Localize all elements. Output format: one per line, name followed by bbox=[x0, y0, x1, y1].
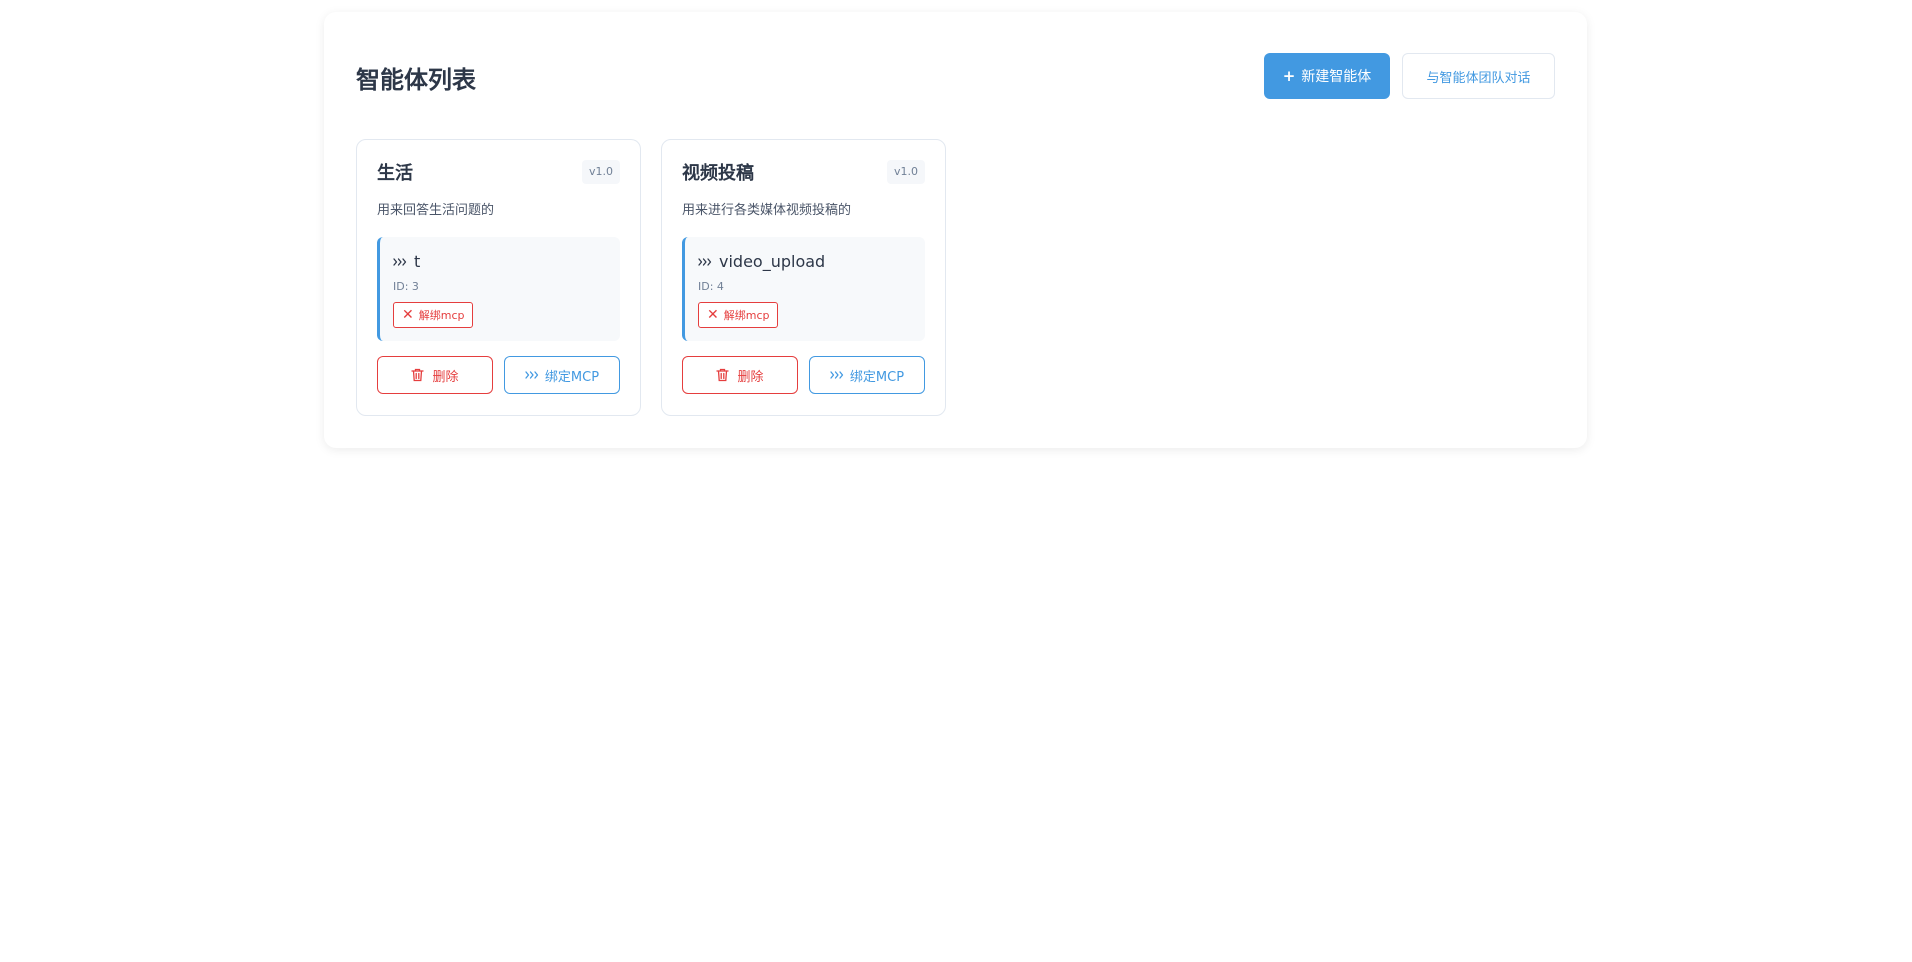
mcp-icon bbox=[393, 257, 407, 267]
mcp-name: video_upload bbox=[719, 252, 826, 271]
plus-icon: + bbox=[1282, 67, 1296, 85]
mcp-icon bbox=[525, 370, 539, 380]
bind-mcp-button[interactable]: 绑定MCP bbox=[504, 356, 620, 394]
bind-mcp-label: 绑定MCP bbox=[544, 369, 600, 385]
agent-description: 用来回答生活问题的 bbox=[377, 203, 495, 218]
delete-label: 删除 bbox=[737, 369, 764, 385]
bind-mcp-label: 绑定MCP bbox=[849, 369, 905, 385]
agent-name: 视频投稿 bbox=[682, 163, 754, 184]
mcp-name: t bbox=[414, 252, 421, 271]
page-title: 智能体列表 bbox=[356, 66, 476, 94]
agent-card: 视频投稿 v1.0 用来进行各类媒体视频投稿的 video_upload ID:… bbox=[661, 139, 946, 416]
close-icon: ✕ bbox=[402, 307, 414, 323]
trash-icon bbox=[411, 368, 425, 382]
agent-card: 生活 v1.0 用来回答生活问题的 t ID: 3 ✕ 解绑mcp 删除 绑定M… bbox=[356, 139, 641, 416]
bind-mcp-button[interactable]: 绑定MCP bbox=[809, 356, 925, 394]
mcp-name-row: video_upload bbox=[698, 251, 825, 273]
mcp-binding: t ID: 3 ✕ 解绑mcp bbox=[377, 237, 620, 341]
mcp-icon bbox=[830, 370, 844, 380]
agent-list-panel: 智能体列表 + 新建智能体 与智能体团队对话 生活 v1.0 用来回答生活问题的… bbox=[324, 12, 1587, 448]
unbind-mcp-label: 解绑mcp bbox=[723, 309, 770, 322]
mcp-name-row: t bbox=[393, 251, 420, 273]
close-icon: ✕ bbox=[707, 307, 719, 323]
mcp-binding: video_upload ID: 4 ✕ 解绑mcp bbox=[682, 237, 925, 341]
delete-agent-button[interactable]: 删除 bbox=[377, 356, 493, 394]
mcp-id: ID: 3 bbox=[393, 280, 419, 293]
unbind-mcp-button[interactable]: ✕ 解绑mcp bbox=[698, 302, 779, 328]
delete-agent-button[interactable]: 删除 bbox=[682, 356, 798, 394]
trash-icon bbox=[716, 368, 730, 382]
mcp-icon bbox=[698, 257, 712, 267]
version-badge: v1.0 bbox=[581, 160, 620, 184]
new-agent-button[interactable]: + 新建智能体 bbox=[1264, 53, 1390, 99]
unbind-mcp-label: 解绑mcp bbox=[418, 309, 465, 322]
mcp-id: ID: 4 bbox=[698, 280, 724, 293]
new-agent-label: 新建智能体 bbox=[1301, 69, 1372, 85]
team-chat-button[interactable]: 与智能体团队对话 bbox=[1402, 53, 1555, 99]
agent-description: 用来进行各类媒体视频投稿的 bbox=[682, 203, 852, 218]
delete-label: 删除 bbox=[432, 369, 459, 385]
unbind-mcp-button[interactable]: ✕ 解绑mcp bbox=[393, 302, 474, 328]
agent-name: 生活 bbox=[377, 163, 413, 184]
version-badge: v1.0 bbox=[886, 160, 925, 184]
